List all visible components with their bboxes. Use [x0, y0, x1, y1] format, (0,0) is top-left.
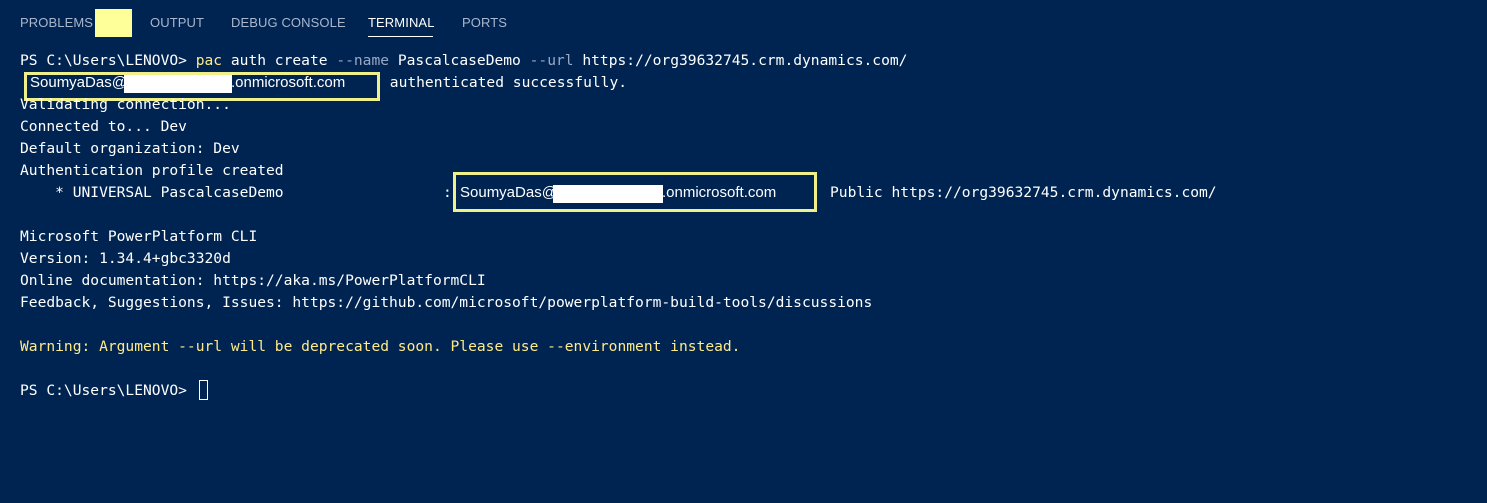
redacted-email-domain — [124, 75, 232, 93]
tab-debug-console[interactable]: DEBUG CONSOLE — [231, 15, 346, 30]
terminal-line-connected: Connected to... Dev — [20, 118, 187, 135]
command-args: auth create — [222, 52, 337, 69]
auth-email-user: SoumyaDas@ — [30, 74, 127, 91]
terminal-line-validating: Validating connection... — [20, 96, 231, 113]
terminal-line-profile: * UNIVERSAL PascalcaseDemo — [20, 184, 284, 201]
tab-output[interactable]: OUTPUT — [150, 15, 204, 30]
panel-tab-bar: PROBLEMS OUTPUT DEBUG CONSOLE TERMINAL P… — [0, 0, 1487, 46]
tab-problems[interactable]: PROBLEMS — [20, 15, 93, 30]
arg-url: https://org39632745.crm.dynamics.com/ — [573, 52, 908, 69]
terminal-line-command: PS C:\Users\LENOVO> pac auth create --na… — [20, 50, 907, 72]
prompt: PS C:\Users\LENOVO> — [20, 52, 196, 69]
auth-success-text: authenticated successfully. — [381, 74, 628, 91]
terminal-line-profile-created: Authentication profile created — [20, 162, 284, 179]
terminal-line-feedback: Feedback, Suggestions, Issues: https://g… — [20, 294, 873, 311]
profile-colon: : — [443, 184, 452, 201]
terminal-line-version: Version: 1.34.4+gbc3320d — [20, 250, 231, 267]
profile-type-url: Public https://org39632745.crm.dynamics.… — [830, 184, 1217, 201]
terminal-line-prompt: PS C:\Users\LENOVO> — [20, 382, 196, 399]
terminal-cursor[interactable] — [199, 380, 208, 400]
terminal-line-default-org: Default organization: Dev — [20, 140, 240, 157]
redacted-profile-domain — [553, 185, 663, 203]
arg-name: PascalcaseDemo — [389, 52, 530, 69]
profile-email-user: SoumyaDas@ — [460, 184, 557, 201]
command-name: pac — [195, 52, 223, 69]
flag-name: --name — [336, 52, 390, 69]
flag-url: --url — [529, 52, 574, 69]
profile-email-domain: .onmicrosoft.com — [662, 184, 777, 201]
tab-terminal[interactable]: TERMINAL — [368, 15, 435, 30]
terminal-line-warning: Warning: Argument --url will be deprecat… — [20, 338, 741, 355]
active-tab-indicator — [368, 36, 433, 37]
terminal-line-docs: Online documentation: https://aka.ms/Pow… — [20, 272, 486, 289]
auth-email-domain: .onmicrosoft.com — [231, 74, 346, 91]
terminal-output[interactable]: PS C:\Users\LENOVO> pac auth create --na… — [0, 46, 1487, 503]
tab-ports[interactable]: PORTS — [462, 15, 507, 30]
terminal-line-cli: Microsoft PowerPlatform CLI — [20, 228, 258, 245]
problems-count-badge — [95, 9, 132, 37]
